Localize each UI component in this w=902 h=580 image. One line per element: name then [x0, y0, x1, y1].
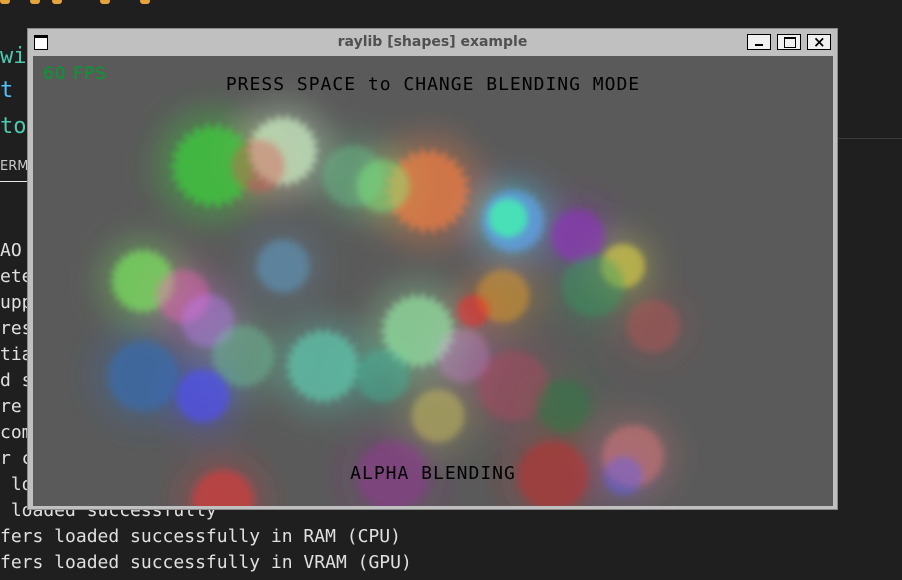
code-line: wi [0, 44, 27, 69]
raylib-window[interactable]: raylib [shapes] example × 60 FPS PRESS S… [27, 28, 838, 510]
blend-mode-label: ALPHA BLENDING [350, 463, 516, 484]
render-canvas[interactable]: 60 FPS PRESS SPACE to CHANGE BLENDING MO… [33, 56, 833, 506]
terminal-line: fers loaded successfully in RAM (CPU) [0, 526, 401, 547]
top-accent [0, 0, 160, 6]
divider [836, 138, 902, 139]
maximize-button[interactable] [777, 34, 801, 50]
minimize-button[interactable] [747, 34, 771, 50]
window-title: raylib [shapes] example [337, 34, 528, 50]
title-bar[interactable]: raylib [shapes] example × [28, 29, 837, 56]
code-line: t [0, 78, 14, 103]
close-button[interactable]: × [807, 33, 831, 51]
instruction-text: PRESS SPACE to CHANGE BLENDING MODE [225, 74, 641, 95]
terminal-line: re [0, 396, 22, 417]
close-icon: × [813, 33, 826, 51]
terminal-line: AO [0, 240, 22, 261]
particle-field [91, 101, 692, 506]
terminal-line: fers loaded successfully in VRAM (GPU) [0, 552, 412, 573]
